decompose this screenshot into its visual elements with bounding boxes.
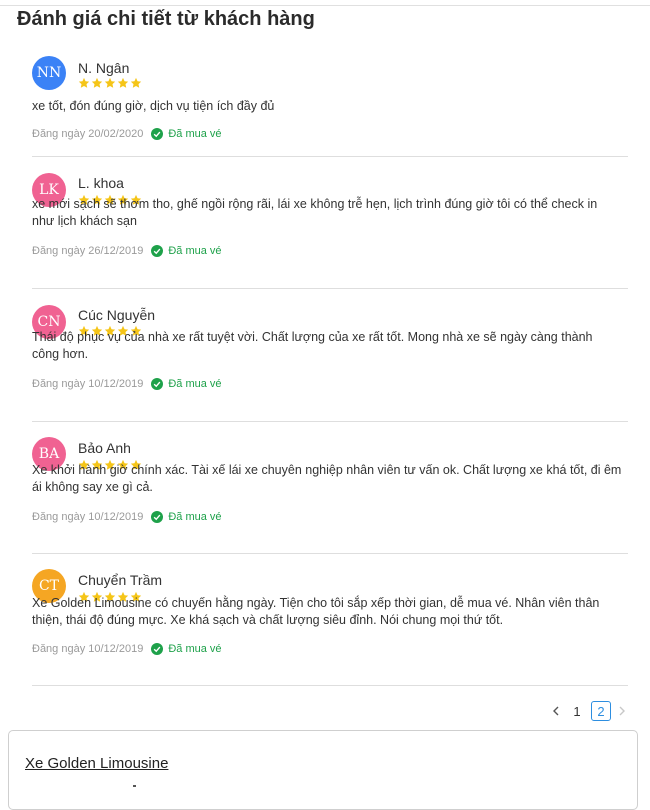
pagination: 1 2	[547, 700, 631, 722]
verified-check-icon	[151, 378, 164, 390]
post-date: Đăng ngày 10/12/2019	[32, 511, 144, 523]
star-icon	[117, 77, 129, 88]
prev-page-button[interactable]	[547, 700, 565, 722]
review-comment: xe tốt, đón đúng giờ, dịch vụ tiện ích đ…	[32, 99, 275, 113]
verified-purchase-label: Đã mua vé	[168, 643, 222, 655]
reviewer-name: L. khoa	[78, 175, 124, 191]
review-item: NN N. Ngân xe tốt, đón đúng giờ, dịch vụ t…	[32, 40, 628, 157]
review-item: CT Chuyển Trầm Xe Golden Limousine có chuy…	[32, 554, 628, 686]
verified-check-icon	[151, 245, 164, 257]
reviewer-name: N. Ngân	[78, 60, 130, 76]
page-title: Đánh giá chi tiết từ khách hàng	[17, 8, 315, 30]
page-1-button[interactable]: 1	[567, 701, 587, 721]
operator-link[interactable]: Xe Golden Limousine	[25, 755, 168, 772]
next-page-button[interactable]	[613, 700, 631, 722]
star-icon	[91, 77, 103, 88]
review-item: LK L. khoa xe mới sạch sẽ thơm tho, ghế ng…	[32, 157, 628, 289]
review-meta: Đăng ngày 10/12/2019 Đã mua vé	[32, 511, 222, 523]
chevron-left-icon	[553, 706, 559, 716]
review-item: CN Cúc Nguyễn Thái độ phục vụ của nhà xe r…	[32, 289, 628, 422]
operator-card: Xe Golden Limousine	[8, 730, 638, 810]
top-divider	[0, 5, 650, 6]
review-comment: Xe Golden Limousine có chuyến hằng ngày.…	[32, 596, 600, 627]
review-comment: Thái độ phục vụ của nhà xe rất tuyệt vời…	[32, 330, 593, 361]
verified-purchase-label: Đã mua vé	[168, 245, 222, 257]
review-meta: Đăng ngày 20/02/2020 Đã mua vé	[32, 128, 222, 140]
star-icon	[78, 77, 90, 88]
verified-check-icon	[151, 511, 164, 523]
reviewer-name: Chuyển Trầm	[78, 572, 163, 588]
verified-check-icon	[151, 643, 164, 655]
reviewer-name: Cúc Nguyễn	[78, 307, 156, 323]
post-date: Đăng ngày 10/12/2019	[32, 643, 144, 655]
review-meta: Đăng ngày 26/12/2019 Đã mua vé	[32, 245, 222, 257]
verified-purchase-label: Đã mua vé	[168, 128, 222, 140]
review-comment: xe mới sạch sẽ thơm tho, ghế ngồi rộng r…	[32, 197, 598, 228]
verified-check-icon	[151, 128, 164, 140]
post-date: Đăng ngày 26/12/2019	[32, 245, 144, 257]
star-icon	[130, 77, 142, 88]
chevron-right-icon	[619, 706, 625, 716]
star-icon	[104, 77, 116, 88]
avatar: NN	[32, 56, 66, 90]
star-rating	[78, 77, 142, 89]
verified-purchase-label: Đã mua vé	[168, 378, 222, 390]
review-comment: Xe khởi hành giờ chính xác. Tài xế lái x…	[32, 463, 622, 494]
verified-purchase-label: Đã mua vé	[168, 511, 222, 523]
reviewer-name: Bảo Anh	[78, 440, 131, 456]
review-meta: Đăng ngày 10/12/2019 Đã mua vé	[32, 378, 222, 390]
review-meta: Đăng ngày 10/12/2019 Đã mua vé	[32, 643, 222, 655]
post-date: Đăng ngày 10/12/2019	[32, 378, 144, 390]
review-list: NN N. Ngân xe tốt, đón đúng giờ, dịch vụ t…	[32, 40, 628, 686]
review-item: BA Bảo Anh Xe khởi hành giờ chính xác. Tài…	[32, 422, 628, 554]
page-2-button[interactable]: 2	[591, 701, 611, 721]
post-date: Đăng ngày 20/02/2020	[32, 128, 144, 140]
